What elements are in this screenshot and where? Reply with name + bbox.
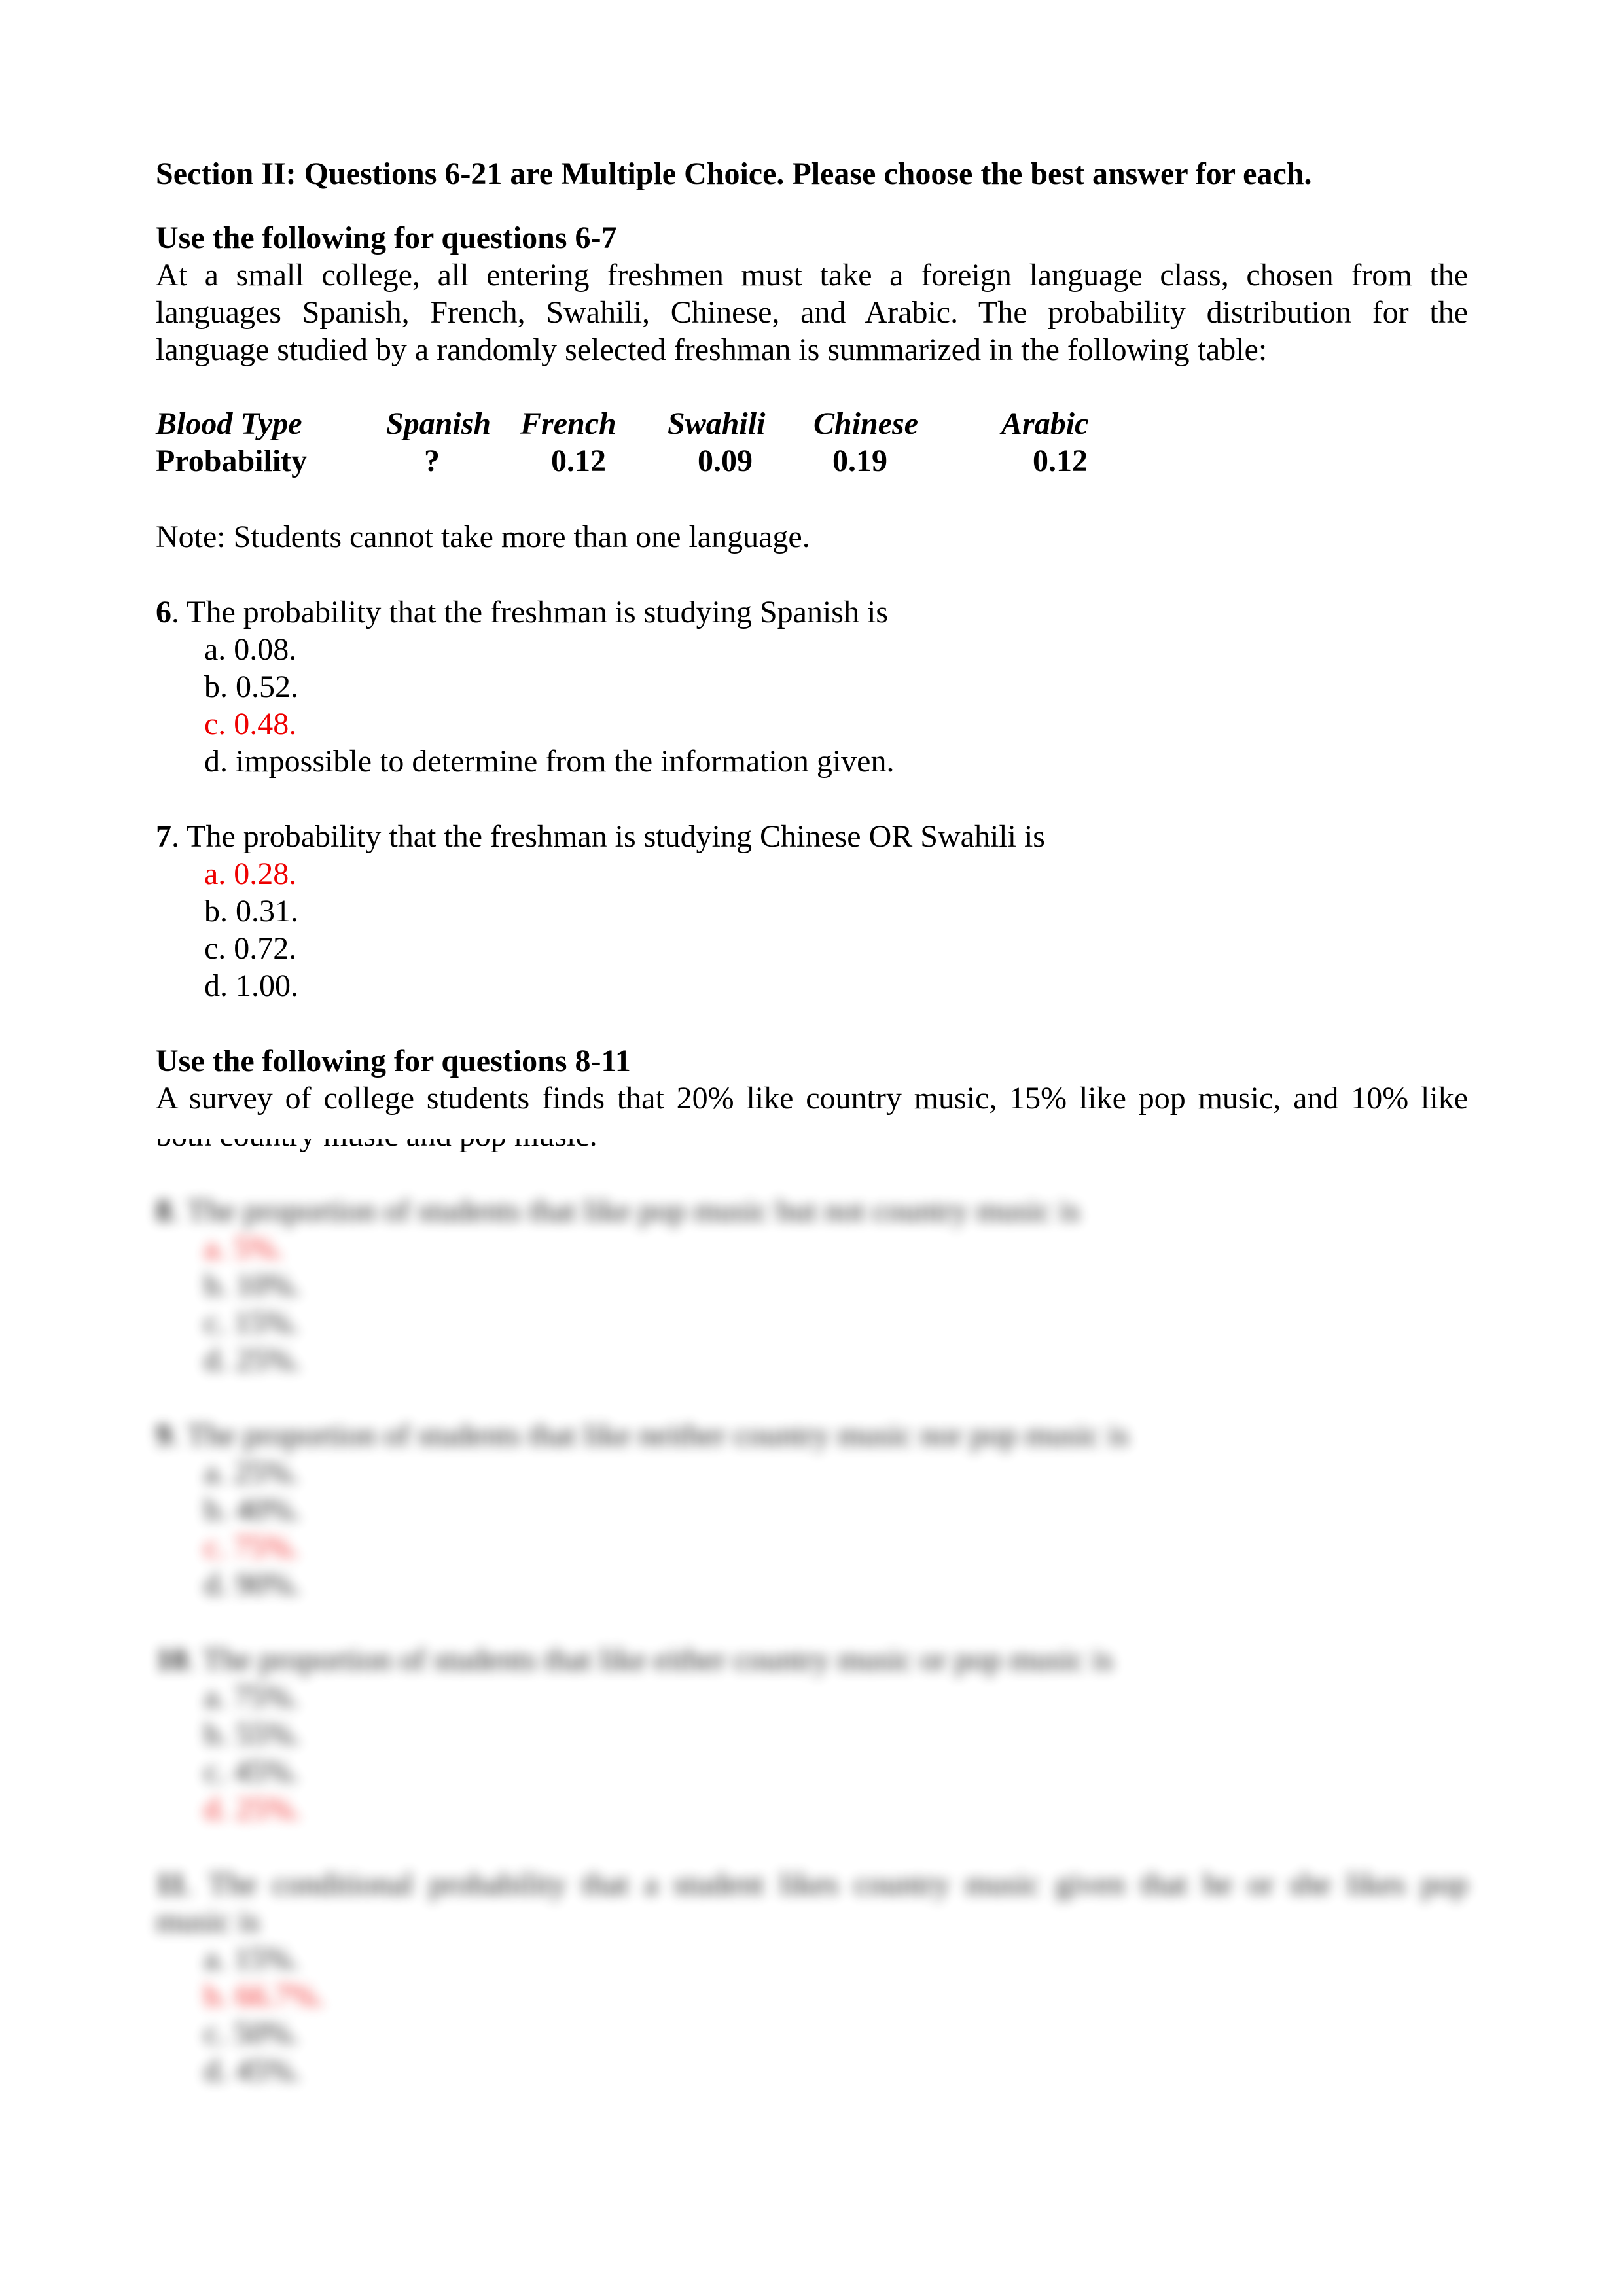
group2-intro-line-2-clipped: both country music and pop music. <box>156 1139 1007 1158</box>
q10-option-b: b. 55%. <box>204 1717 301 1752</box>
q7-option-c: c. 0.72. <box>204 931 297 966</box>
question-number: 7 <box>156 819 171 854</box>
q6-option-c-answer: c. 0.48. <box>204 707 297 741</box>
table-col-spanish: Spanish <box>386 406 491 441</box>
table-value-swahili: 0.09 <box>698 444 753 478</box>
q9-option-a: a. 25%. <box>204 1455 300 1490</box>
q8-option-c: c. 15%. <box>204 1305 300 1340</box>
group1-intro-line-2: languages Spanish, French, Swahili, Chin… <box>156 295 1468 330</box>
table-value-chinese: 0.19 <box>832 444 887 478</box>
table-col-french: French <box>520 406 616 441</box>
question-7: 7. The probability that the freshman is … <box>156 818 1045 856</box>
q8-option-a-answer: a. 5%. <box>204 1231 284 1265</box>
table-value-french: 0.12 <box>551 444 606 478</box>
group1-note: Note: Students cannot take more than one… <box>156 520 810 554</box>
table-header-label: Blood Type <box>156 406 302 441</box>
q10-option-a: a. 75%. <box>204 1680 300 1714</box>
group2-heading: Use the following for questions 8-11 <box>156 1044 631 1078</box>
table-value-spanish: ? <box>424 444 440 478</box>
q9-option-d: d. 90%. <box>204 1567 301 1602</box>
section-heading: Section II: Questions 6-21 are Multiple … <box>156 156 1312 191</box>
q11-option-c: c. 50%. <box>204 2016 300 2051</box>
q10-option-c: c. 45%. <box>204 1754 300 1789</box>
q7-option-d: d. 1.00. <box>204 968 298 1003</box>
group1-intro-line-1: At a small college, all entering freshme… <box>156 258 1468 292</box>
q10-option-d-answer: d. 25%. <box>204 1792 301 1826</box>
table-col-swahili: Swahili <box>668 406 766 441</box>
question-10: 10. The proportion of students that like… <box>156 1642 1113 1677</box>
q6-option-a: a. 0.08. <box>204 632 297 667</box>
q8-option-d: d. 25%. <box>204 1343 301 1377</box>
q9-option-b: b. 40%. <box>204 1492 301 1527</box>
table-col-arabic: Arabic <box>1001 406 1089 441</box>
question-9: 9. The proportion of students that like … <box>156 1418 1129 1453</box>
q7-option-b: b. 0.31. <box>204 894 298 928</box>
q11-option-b-answer: b. 66.7%. <box>204 1979 325 2013</box>
question-11-cont: music is <box>156 1904 260 1939</box>
table-col-chinese: Chinese <box>813 406 919 441</box>
q8-option-b: b. 10%. <box>204 1268 301 1303</box>
group2-intro-line-1: A survey of college students finds that … <box>156 1081 1468 1116</box>
question-6: 6. The probability that the freshman is … <box>156 593 888 631</box>
group1-intro-line-3: language studied by a randomly selected … <box>156 332 1268 367</box>
question-text: . The probability that the freshman is s… <box>171 595 888 629</box>
table-value-arabic: 0.12 <box>1033 444 1088 478</box>
table-row-label: Probability <box>156 444 308 478</box>
q9-option-c-answer: c. 75%. <box>204 1530 300 1564</box>
question-11: 11. The conditional probability that a s… <box>156 1867 1468 1901</box>
question-number: 6 <box>156 595 171 629</box>
question-8: 8. The proportion of students that like … <box>156 1193 1080 1228</box>
q11-option-a: a. 15%. <box>204 1941 300 1976</box>
group1-heading: Use the following for questions 6-7 <box>156 221 617 255</box>
q6-option-d: d. impossible to determine from the info… <box>204 744 895 779</box>
question-text: . The probability that the freshman is s… <box>171 819 1045 854</box>
q7-option-a-answer: a. 0.28. <box>204 857 297 891</box>
q11-option-d: d. 45%. <box>204 2053 301 2088</box>
q6-option-b: b. 0.52. <box>204 669 298 704</box>
